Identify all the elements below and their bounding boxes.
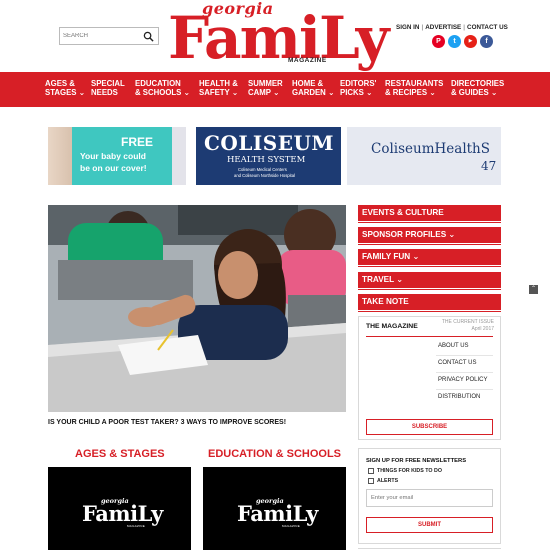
logo-georgia-text: georgia	[202, 0, 274, 18]
card-logo-magazine: MAGAZINE	[127, 524, 146, 528]
coliseum-subtitle: HEALTH SYSTEM	[227, 155, 306, 165]
nav-label: & GUIDES ⌄	[451, 87, 498, 97]
sidebar-family-fun[interactable]: FAMILY FUN ⌄	[358, 249, 501, 267]
coliseum-wordmark: ColiseumHealthS	[371, 141, 491, 157]
newsletter-box: SIGN UP FOR FREE NEWSLETTERS THINGS FOR …	[358, 448, 501, 544]
contact-us-sidebar-link[interactable]: CONTACT US	[438, 360, 476, 366]
ad-stripe	[172, 127, 186, 185]
facebook-icon[interactable]: f	[480, 35, 493, 48]
email-field[interactable]	[371, 493, 489, 503]
nav-item-directories-guides[interactable]: DIRECTORIES & GUIDES ⌄	[451, 79, 504, 97]
top-links: SIGN IN | ADVERTISE | CONTACT US	[396, 24, 508, 31]
advertise-link[interactable]: ADVERTISE	[425, 24, 461, 31]
current-issue-date: April 2017	[471, 326, 494, 332]
coliseum-sub-2: and Coliseum Northside Hospital	[234, 173, 295, 178]
contact-us-link[interactable]: CONTACT US	[467, 24, 508, 31]
nav-item-health-safety[interactable]: HEALTH & SAFETY ⌄	[199, 79, 239, 97]
ad-line-1: Your baby could	[80, 151, 146, 161]
ad-free-text: FREE	[121, 135, 154, 149]
nav-label: CAMP ⌄	[248, 87, 280, 97]
baby-image	[48, 127, 72, 185]
magazine-title: THE MAGAZINE	[366, 323, 418, 330]
magazine-box: THE MAGAZINE THE CURRENT ISSUE April 201…	[358, 316, 501, 440]
link-divider	[436, 372, 493, 373]
coliseum-number: 47	[481, 159, 497, 173]
newsletter-title: SIGN UP FOR FREE NEWSLETTERS	[366, 458, 467, 464]
sidebar-travel[interactable]: TRAVEL ⌄	[358, 272, 501, 290]
distribution-link[interactable]: DISTRIBUTION	[438, 394, 480, 400]
nav-item-education-schools[interactable]: EDUCATION & SCHOOLS ⌄	[135, 79, 191, 97]
newsletter-option-kids[interactable]: THINGS FOR KIDS TO DO	[368, 468, 442, 474]
current-issue[interactable]: THE CURRENT ISSUE April 2017	[442, 319, 494, 333]
nav-label: PICKS ⌄	[340, 87, 373, 97]
ages-stages-card[interactable]: FamiLy georgia MAGAZINE	[48, 467, 191, 550]
card-logo: FamiLy georgia MAGAZINE	[82, 497, 163, 531]
scroll-to-top-icon[interactable]: ⌃	[529, 285, 538, 294]
site-logo[interactable]: FamiLy georgia MAGAZINE	[166, 0, 389, 72]
coliseum-sub-1: Coliseum Medical Centers	[238, 167, 287, 172]
subscribe-button[interactable]: SUBSCRIBE	[366, 419, 493, 435]
nav-label: STAGES ⌄	[45, 87, 86, 97]
checkbox[interactable]	[368, 478, 374, 484]
ad-line-2: be on our cover!	[80, 163, 147, 173]
nav-label: NEEDS	[91, 87, 118, 97]
card-logo-magazine: MAGAZINE	[282, 524, 301, 528]
search-box[interactable]	[59, 27, 159, 45]
coliseum-title: COLISEUM	[204, 131, 335, 155]
logo-family-text: FamiLy	[168, 4, 389, 72]
youtube-icon[interactable]: ▶	[464, 35, 477, 48]
cover-contest-ad[interactable]: FREE Your baby could be on our cover!	[48, 127, 186, 185]
main-nav: AGES & STAGES ⌄ SPECIAL NEEDS EDUCATION & S…	[0, 72, 550, 107]
privacy-policy-link[interactable]: PRIVACY POLICY	[438, 377, 487, 383]
nav-item-summer-camp[interactable]: SUMMER CAMP ⌄	[248, 79, 283, 97]
banner-ad[interactable]: FREE Your baby could be on our cover! CO…	[48, 127, 501, 185]
card-logo-georgia: georgia	[101, 497, 129, 505]
submit-button[interactable]: SUBMIT	[366, 517, 493, 533]
nav-label: & RECIPES ⌄	[385, 87, 436, 97]
search-icon[interactable]	[143, 31, 154, 42]
link-divider	[436, 389, 493, 390]
email-field-box[interactable]	[366, 489, 493, 507]
nav-label: GARDEN ⌄	[292, 87, 335, 97]
hero-caption[interactable]: IS YOUR CHILD A POOR TEST TAKER? 3 WAYS …	[48, 419, 286, 426]
nav-item-home-garden[interactable]: HOME & GARDEN ⌄	[292, 79, 335, 97]
sidebar-take-note[interactable]: TAKE NOTE	[358, 294, 501, 312]
coliseum-text-ad[interactable]: ColiseumHealthS 47	[347, 127, 501, 185]
newsletter-option-alerts[interactable]: ALERTS	[368, 478, 398, 484]
nav-item-special-needs[interactable]: SPECIAL NEEDS	[91, 79, 125, 97]
coliseum-logo-ad[interactable]: COLISEUM HEALTH SYSTEM Coliseum Medical …	[196, 127, 341, 185]
nav-label: & SCHOOLS ⌄	[135, 87, 191, 97]
about-us-link[interactable]: ABOUT US	[438, 343, 469, 349]
card-logo: FamiLy georgia MAGAZINE	[237, 497, 318, 531]
sidebar-sponsor-profiles[interactable]: SPONSOR PROFILES ⌄	[358, 227, 501, 245]
checkbox[interactable]	[368, 468, 374, 474]
nav-label: SAFETY ⌄	[199, 87, 239, 97]
sidebar-events-culture[interactable]: EVENTS & CULTURE	[358, 205, 501, 223]
magazine-divider	[366, 336, 493, 337]
hero-image[interactable]	[48, 205, 346, 412]
site-header: FamiLy georgia MAGAZINE SIGN IN|ADVERTIS…	[0, 0, 550, 72]
logo-magazine-text: MAGAZINE	[288, 57, 327, 64]
section-title-ages-stages[interactable]: AGES & STAGES	[75, 448, 165, 460]
search-input[interactable]	[63, 30, 141, 42]
sign-in-link[interactable]: SIGN IN	[396, 24, 419, 31]
section-title-education-schools[interactable]: EDUCATION & SCHOOLS	[208, 448, 341, 460]
link-divider	[436, 355, 493, 356]
nav-item-editors-picks[interactable]: EDITORS' PICKS ⌄	[340, 79, 376, 97]
option-label: ALERTS	[377, 478, 399, 484]
card-logo-georgia: georgia	[256, 497, 284, 505]
nav-item-restaurants-recipes[interactable]: RESTAURANTS & RECIPES ⌄	[385, 79, 443, 97]
nav-item-ages-stages[interactable]: AGES & STAGES ⌄	[45, 79, 86, 97]
education-schools-card[interactable]: FamiLy georgia MAGAZINE	[203, 467, 346, 550]
current-issue-label: THE CURRENT ISSUE	[441, 319, 494, 325]
hero-photo-illustration	[48, 205, 346, 412]
pinterest-icon[interactable]: P	[432, 35, 445, 48]
option-label: THINGS FOR KIDS TO DO	[377, 468, 442, 474]
twitter-icon[interactable]: t	[448, 35, 461, 48]
social-icons: P t ▶ f	[432, 35, 493, 48]
